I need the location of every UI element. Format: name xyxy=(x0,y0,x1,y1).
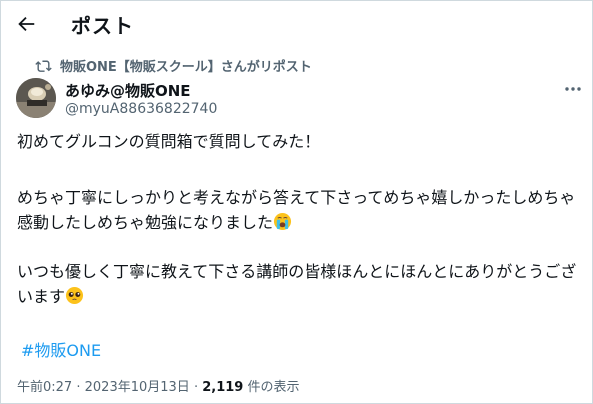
tweet-paragraph-3-text: いつも優しく丁寧に教えて下さる講師の皆様ほんとにほんとにありがとうございます xyxy=(17,262,577,306)
avatar-image xyxy=(16,78,56,118)
pleading-face-emoji xyxy=(65,286,84,305)
author-handle[interactable]: @myuA88636822740 xyxy=(65,101,217,117)
more-dots-icon xyxy=(565,87,581,91)
avatar[interactable] xyxy=(16,78,56,118)
repost-indicator[interactable]: 物販ONE【物販スクール】さんがリポスト xyxy=(35,56,312,75)
arrow-left-icon xyxy=(18,16,35,32)
tweet-meta: 午前0:27 · 2023年10月13日 · 2,119 件の表示 xyxy=(17,376,300,395)
meta-separator: · xyxy=(193,380,199,395)
post-detail-view: ポスト 物販ONE【物販スクール】さんがリポスト あゆみ@物販ONE @myuA… xyxy=(0,0,593,404)
author-name[interactable]: あゆみ@物販ONE xyxy=(65,80,191,101)
loudly-crying-face-emoji xyxy=(273,212,292,231)
repost-icon xyxy=(35,60,52,72)
page-title: ポスト xyxy=(71,14,134,38)
repost-text: 物販ONE【物販スクール】さんがリポスト xyxy=(60,59,312,75)
views-label: 件の表示 xyxy=(247,380,300,395)
tweet-date[interactable]: 2023年10月13日 xyxy=(85,380,190,395)
hashtag-link[interactable]: #物販ONE xyxy=(21,337,101,361)
back-button[interactable] xyxy=(11,9,41,39)
tweet-time[interactable]: 午前0:27 xyxy=(17,380,72,395)
tweet-paragraph-2: めちゃ丁寧にしっかりと考えながら答えて下さってめちゃ嬉しかったしめちゃ感動したし… xyxy=(17,185,582,235)
tweet-paragraph-3: いつも優しく丁寧に教えて下さる講師の皆様ほんとにほんとにありがとうございます xyxy=(17,259,582,309)
tweet-paragraph-1: 初めてグルコンの質問箱で質問してみた！ xyxy=(17,132,321,151)
tweet-paragraph-2-text: めちゃ丁寧にしっかりと考えながら答えて下さってめちゃ嬉しかったしめちゃ感動したし… xyxy=(17,188,576,232)
meta-separator: · xyxy=(76,380,81,395)
views-count: 2,119 xyxy=(202,380,244,395)
more-options-button[interactable] xyxy=(561,79,585,99)
page-header: ポスト xyxy=(1,1,592,47)
